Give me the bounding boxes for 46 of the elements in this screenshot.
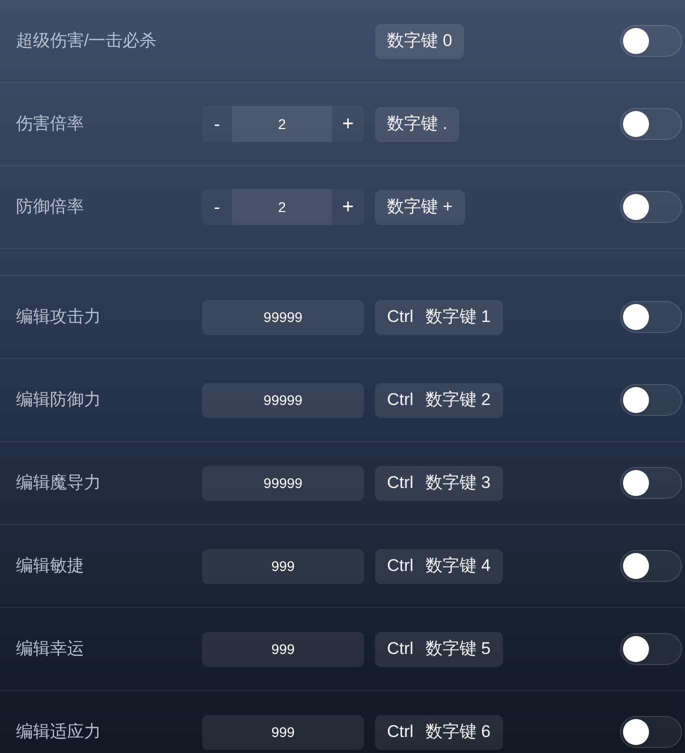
key-label: 数字键 4 (425, 555, 491, 578)
hotkey-box[interactable]: 数字键 . (375, 106, 460, 142)
hotkey-box[interactable]: Ctrl 数字键 1 (375, 300, 503, 334)
setting-label: 编辑适应力 (16, 721, 102, 744)
toggle-switch[interactable] (620, 467, 682, 499)
toggle-switch[interactable] (620, 716, 682, 748)
key-label: Ctrl (387, 638, 414, 660)
key-label: Ctrl (387, 306, 414, 328)
toggle-switch[interactable] (620, 191, 682, 223)
setting-label: 超级伤害/一击必杀 (16, 30, 158, 52)
toggle-switch[interactable] (620, 384, 682, 416)
key-label: 数字键 0 (387, 30, 452, 52)
setting-label: 编辑敏捷 (16, 555, 85, 578)
increment-button[interactable]: + (332, 189, 364, 225)
key-label: 数字键 1 (425, 306, 491, 328)
decrement-button[interactable]: - (202, 189, 232, 225)
key-label: Ctrl (387, 721, 414, 744)
key-label: 数字键 6 (425, 721, 491, 744)
toggle-switch[interactable] (620, 25, 682, 57)
decrement-button[interactable]: - (202, 106, 232, 142)
hotkey-box[interactable]: 数字键 0 (375, 24, 464, 58)
key-label: 数字键 2 (425, 389, 491, 412)
key-label: Ctrl (387, 389, 414, 412)
key-label: Ctrl (387, 555, 414, 578)
hotkey-box[interactable]: Ctrl 数字键 3 (375, 466, 503, 500)
key-label: Ctrl (387, 472, 414, 494)
setting-label: 编辑魔导力 (16, 472, 102, 494)
key-label: 数字键 + (387, 196, 453, 218)
hotkey-box[interactable]: Ctrl 数字键 6 (375, 714, 503, 750)
increment-button[interactable]: + (332, 106, 364, 142)
toggle-switch[interactable] (620, 301, 682, 333)
setting-label: 伤害倍率 (16, 113, 85, 136)
key-label: 数字键 . (387, 113, 448, 136)
toggle-switch[interactable] (620, 633, 682, 665)
key-label: 数字键 5 (425, 638, 491, 660)
hotkey-box[interactable]: Ctrl 数字键 5 (375, 632, 503, 666)
toggle-switch[interactable] (620, 108, 682, 140)
key-label: 数字键 3 (425, 472, 491, 494)
hotkey-box[interactable]: Ctrl 数字键 4 (375, 548, 503, 584)
setting-label: 防御倍率 (16, 196, 85, 218)
hotkey-box[interactable]: 数字键 + (375, 190, 465, 224)
setting-label: 编辑攻击力 (16, 306, 102, 328)
setting-label: 编辑防御力 (16, 389, 102, 412)
hotkey-box[interactable]: Ctrl 数字键 2 (375, 382, 503, 418)
toggle-switch[interactable] (620, 550, 682, 582)
setting-label: 编辑幸运 (16, 638, 85, 660)
